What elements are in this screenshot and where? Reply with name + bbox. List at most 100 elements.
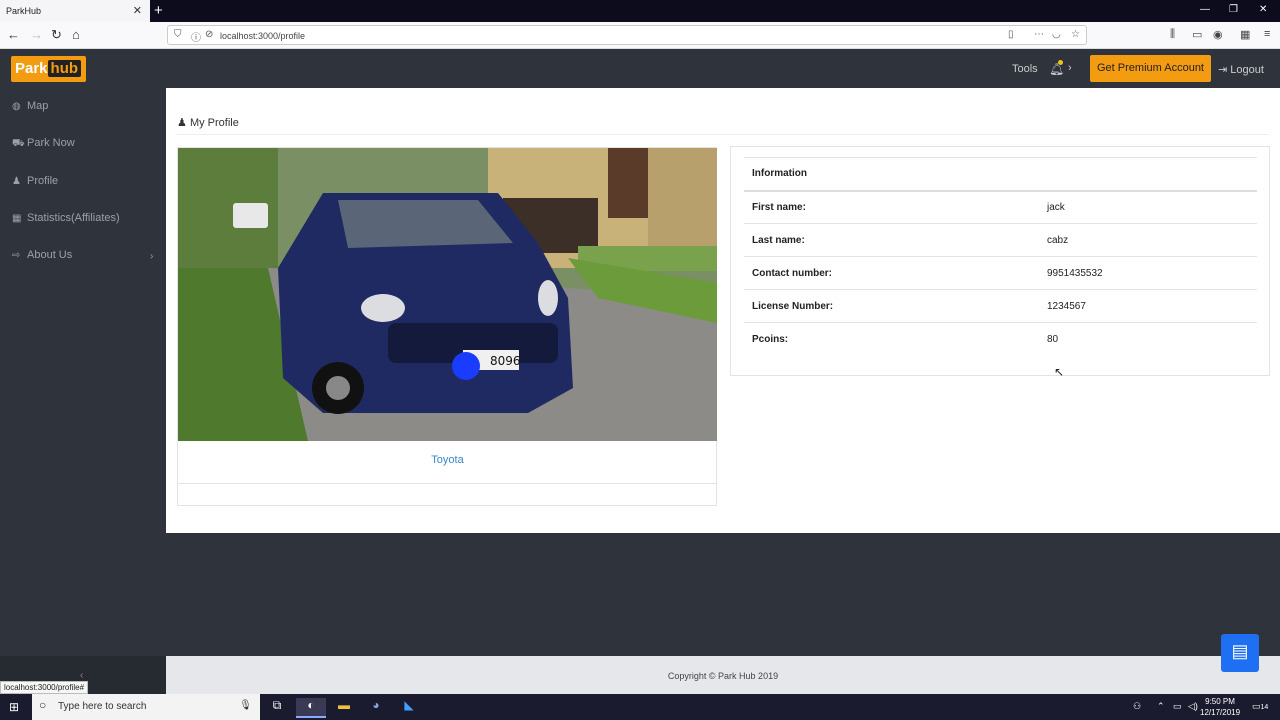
browser-tab[interactable]: ParkHub ✕: [0, 0, 150, 22]
clock[interactable]: 9:50 PM 12/17/2019: [1200, 696, 1240, 718]
pocket-icon[interactable]: ◡: [1052, 29, 1061, 40]
car-photo: 8096: [178, 148, 717, 441]
minimize-icon[interactable]: —: [1200, 4, 1210, 15]
logout-label: Logout: [1230, 64, 1264, 76]
menu-icon[interactable]: ≡: [1264, 28, 1270, 40]
sidebar-item-about-us[interactable]: ⇨ About Us: [12, 249, 72, 261]
table-row: First name: jack: [744, 190, 1257, 224]
taskbar: ⊞ ○ Type here to search 🎙︎ ⧉ ◐ ▬ ◕ ◣ ⚇ ⌃…: [0, 694, 1280, 720]
close-icon[interactable]: ✕: [133, 4, 142, 17]
shield-icon: ⛉: [174, 29, 182, 40]
pcoins-value: 80: [1039, 322, 1257, 356]
page-title: ♟ My Profile: [177, 116, 239, 129]
discord-icon[interactable]: ◕: [361, 698, 391, 718]
sign-out-icon: ⇥: [1218, 64, 1228, 76]
first-name-value: jack: [1039, 190, 1257, 224]
car-name-link[interactable]: Toyota: [178, 454, 717, 466]
sidebar-item-map[interactable]: ◍ Map: [12, 100, 48, 112]
new-tab-icon[interactable]: +: [154, 2, 163, 19]
user-icon: ♟: [177, 117, 187, 129]
tray-chevron-icon[interactable]: ⌃: [1157, 701, 1165, 712]
sidebar-item-label: Statistics(Affiliates): [27, 212, 120, 224]
info-icon[interactable]: ⓘ: [191, 29, 201, 44]
task-view-icon[interactable]: ⧉: [262, 698, 292, 718]
pcoins-label: Pcoins:: [744, 322, 1039, 356]
table-row: License Number: 1234567: [744, 289, 1257, 323]
chevron-right-icon[interactable]: ›: [150, 251, 153, 262]
sidebar-item-label: Map: [27, 100, 49, 112]
info-panel: Information First name: jack Last name: …: [730, 146, 1270, 376]
globe-icon: ◍: [12, 101, 21, 112]
reload-icon[interactable]: ↻: [51, 27, 62, 43]
table-row: Last name: cabz: [744, 223, 1257, 257]
sidebar-item-label: About Us: [27, 249, 73, 261]
reader-icon[interactable]: ▯: [1008, 29, 1014, 40]
info-header-row: Information: [744, 157, 1257, 192]
car-photo-illustration: 8096: [178, 148, 717, 441]
divider: [177, 134, 1269, 135]
account-icon[interactable]: ◉: [1213, 28, 1223, 41]
logo-park: Park: [15, 60, 48, 77]
search-placeholder: Type here to search: [58, 701, 147, 712]
tracking-icon[interactable]: ⊘: [205, 29, 213, 40]
search-icon: ○: [39, 698, 47, 712]
library-icon[interactable]: ⫼: [1170, 28, 1175, 41]
license-number-value: 1234567: [1039, 289, 1257, 323]
chat-icon[interactable]: ▤: [1221, 634, 1259, 672]
sidebar: ◍ Map ⛟ Park Now ♟ Profile ▦ Statistics(Affi…: [0, 88, 166, 656]
notification-dot: [1058, 60, 1063, 65]
sidebar-item-label: Profile: [27, 175, 59, 187]
chevron-right-icon[interactable]: ›: [1068, 62, 1072, 74]
sidebar-icon[interactable]: ▭: [1192, 28, 1202, 41]
sidebar-item-park-now[interactable]: ⛟ Park Now: [12, 137, 75, 151]
home-icon[interactable]: ⌂: [72, 27, 80, 42]
car-card: 8096 Toyota: [177, 147, 717, 506]
tab-title: ParkHub: [6, 6, 42, 16]
more-icon[interactable]: ⋯: [1034, 29, 1044, 40]
footer: Copyright © Park Hub 2019: [166, 656, 1280, 694]
people-icon[interactable]: ⚇: [1133, 701, 1141, 712]
contact-number-label: Contact number:: [744, 256, 1039, 290]
get-premium-button[interactable]: Get Premium Account: [1090, 55, 1211, 82]
table-row: Pcoins: 80: [744, 322, 1257, 356]
sidebar-item-label: Park Now: [27, 137, 75, 149]
logout-link[interactable]: ⇥ Logout: [1218, 63, 1264, 76]
svg-text:8096: 8096: [490, 354, 521, 368]
back-icon[interactable]: ←: [7, 27, 20, 42]
microphone-icon[interactable]: 🎙︎: [239, 700, 252, 711]
file-explorer-icon[interactable]: ▬: [329, 698, 359, 718]
vscode-icon[interactable]: ◣: [394, 698, 424, 718]
network-icon[interactable]: ▭: [1173, 701, 1182, 712]
notification-icon[interactable]: ▭14: [1252, 701, 1268, 712]
user-icon: ♟: [12, 176, 21, 187]
volume-icon[interactable]: ◁): [1188, 701, 1198, 712]
logo-hub: hub: [47, 60, 82, 77]
url-bar[interactable]: ⛉ ⓘ ⊘ localhost:3000/profile ▯ ⋯ ◡ ☆: [167, 25, 1087, 45]
logo[interactable]: Park hub: [11, 56, 86, 82]
license-number-label: License Number:: [744, 289, 1039, 323]
sidebar-item-statistics[interactable]: ▦ Statistics(Affiliates): [12, 212, 120, 224]
divider: [178, 483, 717, 484]
copyright-text: Copyright © Park Hub 2019: [667, 671, 779, 681]
mouse-cursor-icon: ↖: [1054, 365, 1065, 379]
windows-start-icon[interactable]: ⊞: [9, 700, 19, 714]
first-name-label: First name:: [744, 190, 1039, 224]
table-row: Contact number: 9951435532: [744, 256, 1257, 290]
taskbar-search-input[interactable]: ○ Type here to search 🎙︎: [32, 694, 260, 720]
bookmark-star-icon[interactable]: ☆: [1071, 29, 1080, 40]
sidebar-item-profile[interactable]: ♟ Profile: [12, 175, 58, 187]
firefox-icon[interactable]: ◐: [296, 698, 326, 718]
restore-icon[interactable]: ❐: [1229, 4, 1238, 15]
status-url: localhost:3000/profile#: [0, 681, 89, 694]
window-close-icon[interactable]: ✕: [1259, 4, 1267, 15]
browser-nav-bar: ← → ↻ ⌂ ⛉ ⓘ ⊘ localhost:3000/profile ▯ ⋯…: [0, 22, 1280, 49]
car-icon: ⛟: [12, 138, 25, 149]
last-name-label: Last name:: [744, 223, 1039, 257]
extensions-icon[interactable]: ▦: [1240, 28, 1250, 41]
browser-tab-bar: ParkHub ✕ + — ❐ ✕: [0, 0, 1280, 22]
app-header: Park hub Tools 🔔︎ › Get Premium Account ⇥…: [0, 50, 1280, 88]
collapse-sidebar-icon[interactable]: ‹: [80, 670, 83, 681]
time: 9:50 PM: [1205, 697, 1235, 706]
tools-menu[interactable]: Tools: [1012, 63, 1038, 75]
forward-icon[interactable]: →: [30, 27, 43, 42]
